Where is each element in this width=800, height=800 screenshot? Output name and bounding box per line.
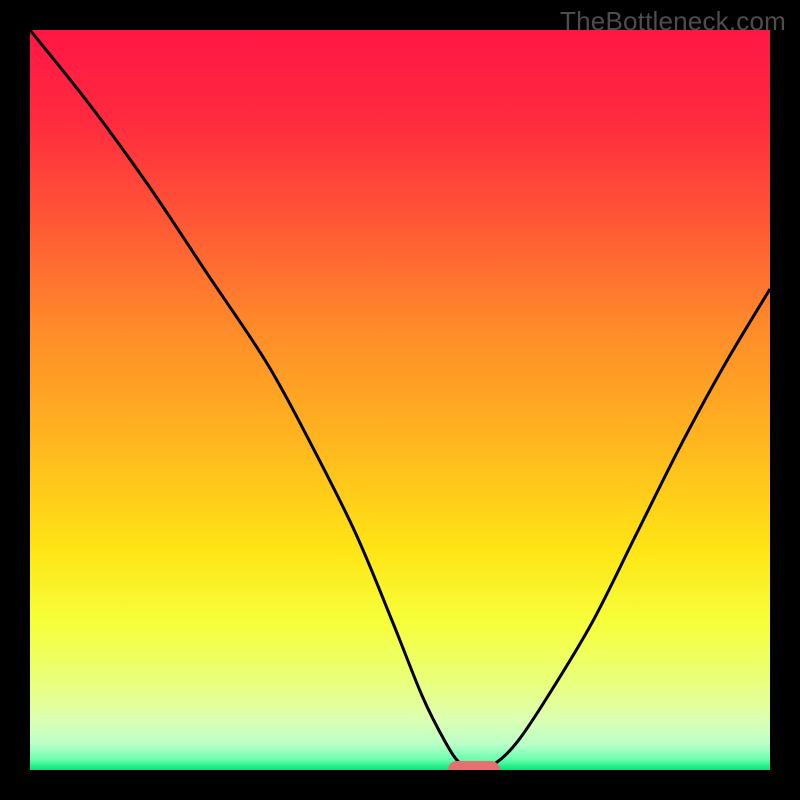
optimal-marker <box>448 761 500 770</box>
plot-area <box>30 30 770 770</box>
bottleneck-chart <box>30 30 770 770</box>
chart-frame: TheBottleneck.com <box>0 0 800 800</box>
gradient-background <box>30 30 770 770</box>
